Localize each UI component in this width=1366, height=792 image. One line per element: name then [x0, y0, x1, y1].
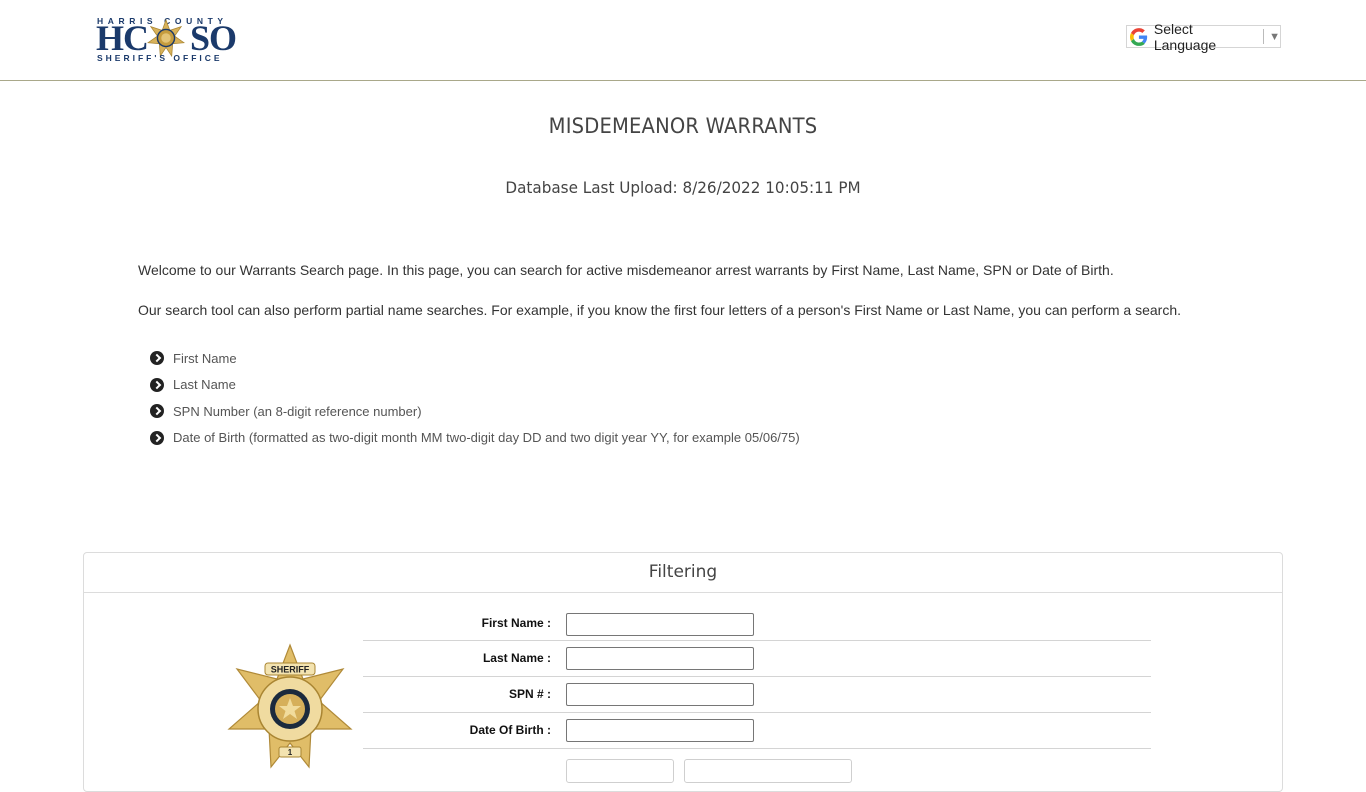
page-title: MISDEMEANOR WARRANTS: [548, 114, 818, 138]
spn-row: SPN # :: [363, 677, 1151, 713]
list-item: First Name: [150, 345, 800, 372]
database-last-upload: Database Last Upload: 8/26/2022 10:05:11…: [505, 178, 861, 197]
intro-paragraph: Our search tool can also perform partial…: [138, 302, 1181, 318]
chevron-circle-right-icon: [150, 430, 164, 445]
search-criteria-list: First Name Last Name SPN Number (an 8-di…: [150, 345, 800, 451]
language-selector-label: Select Language: [1153, 20, 1217, 53]
first-name-input[interactable]: [566, 613, 754, 636]
dropdown-arrow-icon: ▼: [1269, 30, 1280, 43]
logo-hc: HC: [96, 18, 149, 58]
google-icon: [1130, 27, 1148, 46]
svg-text:1: 1: [288, 748, 293, 757]
last-name-label: Last Name :: [482, 651, 551, 665]
search-button[interactable]: [566, 759, 674, 783]
date-of-birth-input[interactable]: [566, 719, 754, 742]
chevron-circle-right-icon: [150, 377, 164, 392]
first-name-row: First Name :: [363, 611, 1151, 641]
list-item: Last Name: [150, 372, 800, 399]
svg-text:SHERIFF: SHERIFF: [271, 665, 310, 675]
spn-label: SPN # :: [508, 687, 551, 701]
filtering-heading: Filtering: [84, 553, 1282, 593]
first-name-label: First Name :: [481, 616, 551, 630]
list-item: Date of Birth (formatted as two-digit mo…: [150, 425, 800, 452]
chevron-circle-right-icon: [150, 404, 164, 419]
intro-paragraph: Welcome to our Warrants Search page. In …: [138, 262, 1114, 278]
date-of-birth-row: Date Of Birth :: [363, 713, 1151, 749]
reset-button[interactable]: [684, 759, 852, 783]
logo-so: SO: [189, 18, 237, 58]
sheriff-star-icon: [147, 18, 185, 58]
filtering-panel: Filtering SHERIFF 1 First Name : Last Na…: [83, 552, 1283, 792]
sheriff-badge-icon: SHERIFF 1: [227, 643, 353, 769]
date-of-birth-label: Date Of Birth :: [469, 723, 551, 737]
logo-bottom-text: SHERIFF'S OFFICE: [97, 53, 223, 63]
last-name-row: Last Name :: [363, 641, 1151, 677]
divider: [1263, 29, 1265, 44]
spn-input[interactable]: [566, 683, 754, 706]
language-selector[interactable]: Select Language ▼: [1126, 21, 1281, 53]
list-item: SPN Number (an 8-digit reference number): [150, 398, 800, 425]
site-header: HARRIS COUNTY HC SO SHERIFF'S OFFICE Sel…: [0, 0, 1366, 81]
chevron-circle-right-icon: [150, 351, 164, 366]
hcso-logo[interactable]: HARRIS COUNTY HC SO SHERIFF'S OFFICE: [96, 16, 237, 63]
last-name-input[interactable]: [566, 647, 754, 670]
filter-form: First Name : Last Name : SPN # : Date Of…: [363, 611, 1151, 749]
